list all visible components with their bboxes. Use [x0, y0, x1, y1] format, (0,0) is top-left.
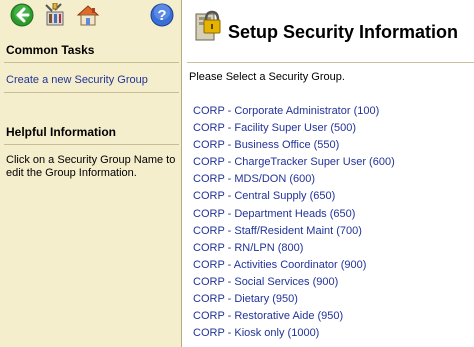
security-group-link[interactable]: CORP - Business Office (550): [193, 137, 395, 154]
help-icon[interactable]: ?: [150, 3, 174, 27]
page-title: Setup Security Information: [228, 22, 459, 42]
toolbar: ?: [0, 0, 181, 29]
security-group-link[interactable]: CORP - Activities Coordinator (900): [193, 257, 395, 274]
security-group-link[interactable]: CORP - RN/LPN (800): [193, 240, 395, 257]
helpful-info-heading: Helpful Information: [6, 125, 116, 139]
security-group-link[interactable]: CORP - Restorative Aide (950): [193, 308, 395, 325]
help-text: Click on a Security Group Name to edit t…: [6, 154, 176, 179]
security-group-list: CORP - Corporate Administrator (100) COR…: [193, 103, 395, 342]
security-group-link[interactable]: CORP - Staff/Resident Maint (700): [193, 223, 395, 240]
security-group-link[interactable]: CORP - Facility Super User (500): [193, 120, 395, 137]
security-group-link[interactable]: CORP - Kiosk only (1000): [193, 325, 395, 342]
home-icon[interactable]: [76, 3, 100, 27]
app-window: ? Common Tasks Create a new Security Gro…: [0, 0, 474, 347]
security-group-link[interactable]: CORP - Department Heads (650): [193, 206, 395, 223]
create-security-group-link[interactable]: Create a new Security Group: [6, 74, 148, 86]
security-lock-icon: [192, 8, 222, 42]
back-arrow-icon[interactable]: [10, 3, 34, 27]
security-group-link[interactable]: CORP - Dietary (950): [193, 291, 395, 308]
help-glyph: ?: [157, 7, 166, 24]
divider: [4, 92, 179, 93]
security-group-link[interactable]: CORP - MDS/DON (600): [193, 171, 395, 188]
security-group-link[interactable]: CORP - Corporate Administrator (100): [193, 103, 395, 120]
security-group-link[interactable]: CORP - ChargeTracker Super User (600): [193, 154, 395, 171]
select-group-prompt: Please Select a Security Group.: [189, 71, 345, 83]
security-group-link[interactable]: CORP - Central Supply (650): [193, 188, 395, 205]
common-tasks-heading: Common Tasks: [6, 43, 95, 57]
divider: [4, 144, 179, 145]
divider: [187, 62, 474, 63]
tools-icon[interactable]: [43, 2, 67, 27]
main-content: Setup Security Information Please Select…: [183, 0, 474, 347]
divider: [4, 62, 179, 63]
sidebar: ? Common Tasks Create a new Security Gro…: [0, 0, 182, 347]
security-group-link[interactable]: CORP - Social Services (900): [193, 274, 395, 291]
